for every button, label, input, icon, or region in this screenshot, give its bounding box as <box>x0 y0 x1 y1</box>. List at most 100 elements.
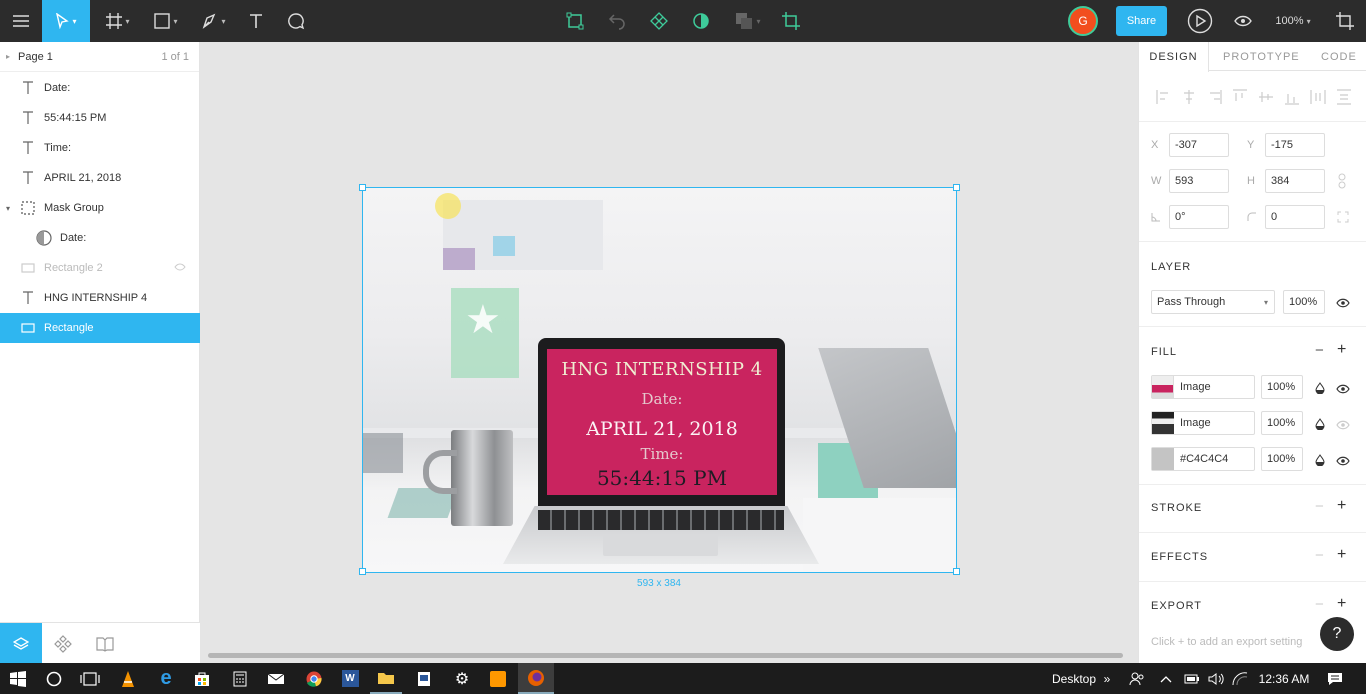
present-icon[interactable] <box>1186 0 1214 42</box>
components-tab-icon[interactable] <box>42 623 84 664</box>
mask-icon[interactable] <box>688 0 714 42</box>
width-input[interactable]: 593 <box>1169 169 1229 193</box>
layer-item[interactable]: APRIL 21, 2018 <box>0 163 200 193</box>
x-input[interactable]: -307 <box>1169 133 1229 157</box>
layer-item[interactable]: Date: <box>0 73 200 103</box>
clock[interactable]: 12:36 AM <box>1254 663 1314 694</box>
radius-input[interactable]: 0 <box>1265 205 1325 229</box>
left-panel-tabs <box>0 622 200 664</box>
reset-icon[interactable] <box>604 0 630 42</box>
share-button[interactable]: Share <box>1116 0 1167 42</box>
chrome-icon[interactable] <box>298 663 330 694</box>
blend-drop-icon[interactable] <box>1315 382 1325 397</box>
y-input[interactable]: -175 <box>1265 133 1325 157</box>
fill-visibility-eye-icon[interactable] <box>1336 455 1350 469</box>
add-fill-icon[interactable]: + <box>1337 341 1346 359</box>
task-view-icon[interactable] <box>74 663 106 694</box>
layer-opacity-input[interactable]: 100% <box>1283 290 1325 314</box>
fill-swatch-color[interactable] <box>1152 448 1174 470</box>
cortana-icon[interactable] <box>38 663 70 694</box>
fill-visibility-eye-icon[interactable] <box>1336 383 1350 397</box>
comment-tool-button[interactable] <box>282 0 310 42</box>
layer-item-selected[interactable]: Rectangle <box>0 313 200 343</box>
file-explorer-icon[interactable] <box>370 663 402 694</box>
desktop-chevron-icon[interactable]: » <box>1100 663 1114 694</box>
settings-icon[interactable]: ⚙ <box>446 663 478 694</box>
menu-icon[interactable] <box>0 0 42 42</box>
constrain-proportions-icon[interactable] <box>1337 173 1347 192</box>
horizontal-scrollbar[interactable] <box>208 653 1123 658</box>
view-icon[interactable] <box>1230 0 1256 42</box>
mail-icon[interactable] <box>260 663 292 694</box>
add-stroke-icon[interactable]: + <box>1337 497 1346 515</box>
caret-down-icon[interactable]: ▾ <box>6 204 20 213</box>
resize-handle[interactable] <box>359 568 366 575</box>
fill-opacity-input[interactable]: 100% <box>1261 375 1303 399</box>
height-input[interactable]: 384 <box>1265 169 1325 193</box>
blend-drop-icon[interactable] <box>1315 418 1325 433</box>
frame-tool-button[interactable]: ▾ <box>98 0 138 42</box>
layer-item[interactable]: Date: <box>0 223 200 253</box>
hidden-eye-icon[interactable] <box>174 262 186 274</box>
action-center-icon[interactable] <box>1320 663 1350 694</box>
fill-swatch-image[interactable] <box>1152 412 1174 434</box>
resize-handle[interactable] <box>953 184 960 191</box>
resize-handle[interactable] <box>359 184 366 191</box>
layer-item[interactable]: Time: <box>0 133 200 163</box>
layer-item[interactable]: 55:44:15 PM <box>0 103 200 133</box>
windows-start-icon[interactable] <box>0 663 36 694</box>
word-icon[interactable]: W <box>334 663 366 694</box>
people-icon[interactable] <box>1126 663 1148 694</box>
fill-opacity-input[interactable]: 100% <box>1261 447 1303 471</box>
component-icon[interactable] <box>562 0 588 42</box>
add-export-icon[interactable]: + <box>1337 595 1346 613</box>
blend-drop-icon[interactable] <box>1315 454 1325 469</box>
battery-icon[interactable] <box>1182 663 1202 694</box>
pen-tool-button[interactable]: ▾ <box>194 0 234 42</box>
blend-mode-select[interactable]: Pass Through ▾ <box>1151 290 1275 314</box>
fill-hidden-eye-icon[interactable] <box>1336 419 1350 433</box>
fill-swatch-image[interactable] <box>1152 376 1174 398</box>
layer-item-mask-group[interactable]: ▾ Mask Group <box>0 193 200 223</box>
calculator-icon[interactable] <box>224 663 256 694</box>
x-label: X <box>1151 139 1159 151</box>
align-icons[interactable] <box>1139 82 1366 112</box>
zoom-control[interactable]: 100% ▾ <box>1268 0 1318 42</box>
layer-visibility-eye-icon[interactable] <box>1336 297 1350 311</box>
vlc-icon[interactable] <box>112 663 144 694</box>
firefox-icon[interactable] <box>518 663 554 694</box>
library-tab-icon[interactable] <box>84 623 126 664</box>
resize-handle[interactable] <box>953 568 960 575</box>
store-icon[interactable] <box>186 663 218 694</box>
desktop-toolbar-label[interactable]: Desktop <box>1046 663 1102 694</box>
sublime-text-icon[interactable] <box>482 663 514 694</box>
remove-fill-icon[interactable]: − <box>1315 342 1324 359</box>
edge-icon[interactable]: e <box>150 663 182 694</box>
layer-item[interactable]: HNG INTERNSHIP 4 <box>0 283 200 313</box>
avatar[interactable]: G <box>1066 0 1100 42</box>
page-selector[interactable]: ▸ Page 1 1 of 1 <box>0 42 199 72</box>
help-button[interactable]: ? <box>1320 617 1354 651</box>
text-tool-button[interactable] <box>242 0 270 42</box>
crop-icon[interactable] <box>778 0 804 42</box>
show-hidden-icons-chevron-icon[interactable] <box>1156 663 1176 694</box>
fill-opacity-input[interactable]: 100% <box>1261 411 1303 435</box>
rotation-input[interactable]: 0° <box>1169 205 1229 229</box>
tab-code[interactable]: CODE <box>1321 42 1357 71</box>
resize-canvas-icon[interactable] <box>1332 0 1358 42</box>
add-effect-icon[interactable]: + <box>1337 546 1346 564</box>
layer-item-hidden[interactable]: Rectangle 2 <box>0 253 200 283</box>
tab-design[interactable]: DESIGN <box>1139 42 1209 72</box>
tab-prototype[interactable]: PROTOTYPE <box>1223 42 1300 71</box>
shape-tool-button[interactable]: ▾ <box>146 0 186 42</box>
volume-icon[interactable] <box>1206 663 1226 694</box>
stroke-remove-icon: − <box>1315 498 1324 515</box>
boolean-icon[interactable]: ▾ <box>728 0 768 42</box>
wifi-icon[interactable] <box>1230 663 1250 694</box>
create-component-icon[interactable] <box>646 0 672 42</box>
layers-tab-icon[interactable] <box>0 623 42 664</box>
word-doc-icon[interactable] <box>408 663 440 694</box>
move-tool-button[interactable]: ▾ <box>42 0 90 42</box>
independent-corners-icon[interactable] <box>1337 211 1349 226</box>
canvas[interactable]: ★ HNG INTERNSHIP 4 Date: APRIL 21, 2018 … <box>200 42 1138 663</box>
